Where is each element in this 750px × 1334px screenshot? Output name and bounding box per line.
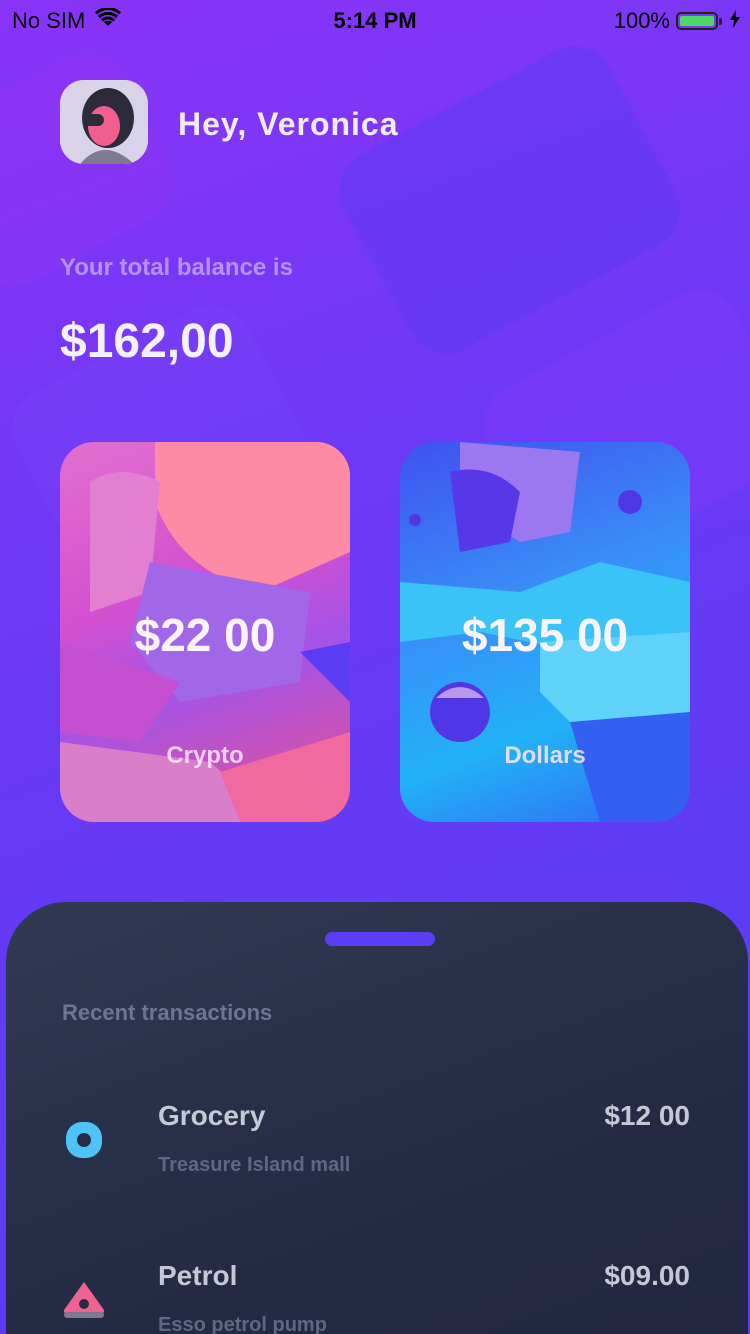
- petrol-icon: [60, 1276, 108, 1324]
- greeting-text: Hey, Veronica: [178, 106, 399, 142]
- transaction-amount: $12 00: [604, 1100, 690, 1131]
- balance-label: Your total balance is: [60, 254, 293, 281]
- transaction-subtitle: Esso petrol pump: [158, 1314, 327, 1334]
- transaction-row[interactable]: Grocery Treasure Island mall $12 00: [6, 1092, 748, 1212]
- transaction-amount: $09.00: [604, 1260, 690, 1291]
- crypto-amount: $22 00: [134, 609, 276, 661]
- transactions-title: Recent transactions: [62, 1000, 273, 1025]
- transaction-name: Petrol: [158, 1260, 238, 1291]
- status-bar: No SIM 5:14 PM 100%: [0, 0, 750, 40]
- grocery-icon: [60, 1116, 108, 1164]
- dollars-card[interactable]: $135 00 Dollars: [400, 442, 690, 822]
- drag-handle[interactable]: [325, 932, 435, 946]
- battery-percent: 100%: [613, 8, 670, 33]
- battery-icon: [676, 12, 722, 30]
- transaction-subtitle: Treasure Island mall: [158, 1154, 351, 1176]
- transaction-name: Grocery: [158, 1100, 266, 1131]
- transactions-sheet[interactable]: Recent transactions Grocery Treasure Isl…: [6, 902, 748, 1334]
- status-right: 100%: [614, 8, 740, 34]
- crypto-card[interactable]: $22 00 Crypto: [60, 442, 350, 822]
- balance-amount: $162,00: [60, 315, 234, 368]
- transaction-row[interactable]: Petrol Esso petrol pump $09.00: [6, 1252, 748, 1334]
- crypto-label: Crypto: [166, 742, 244, 769]
- wallet-screen: No SIM 5:14 PM 100% Hey, Veronica Your t…: [0, 0, 750, 1334]
- charging-icon: [730, 8, 740, 34]
- avatar[interactable]: [60, 80, 148, 164]
- dollars-amount: $135 00: [461, 609, 629, 661]
- dollars-label: Dollars: [504, 742, 586, 769]
